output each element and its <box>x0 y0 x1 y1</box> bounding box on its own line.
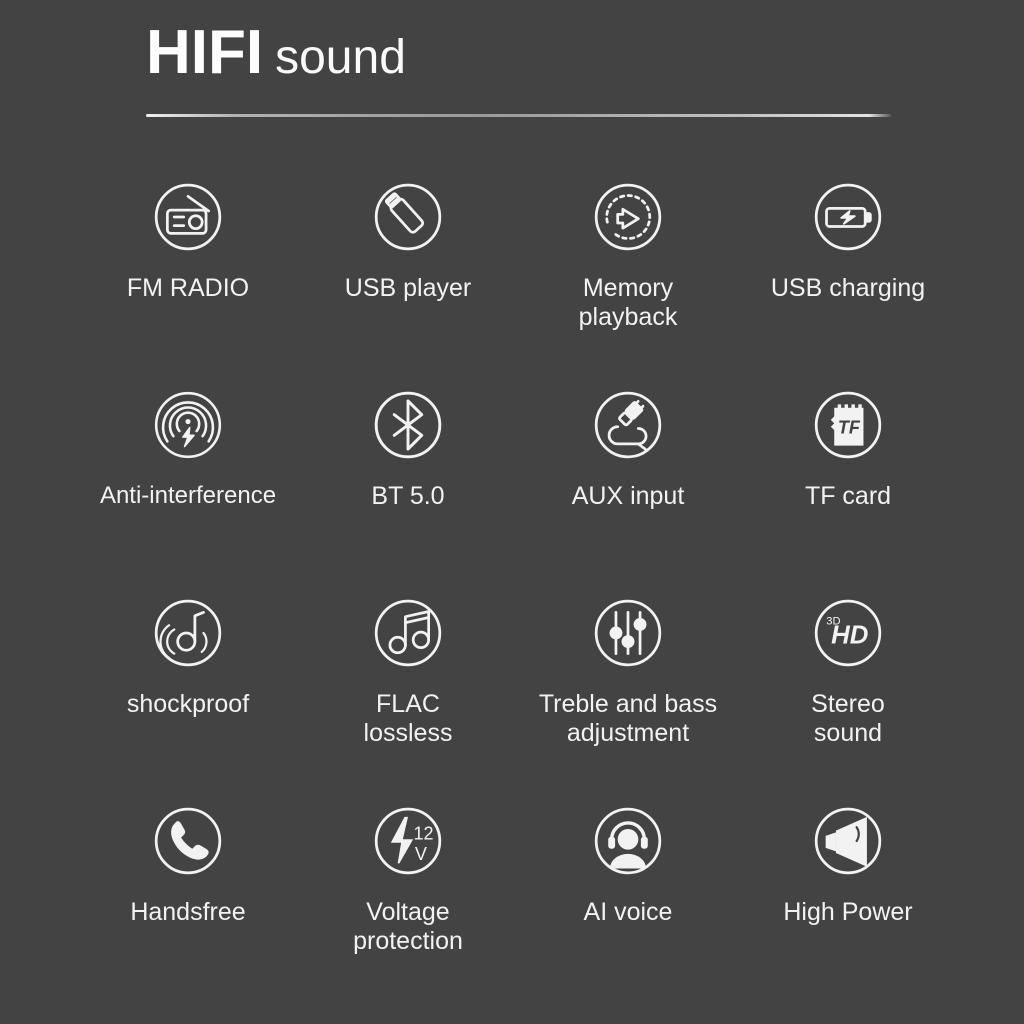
feature-label: BT 5.0 <box>371 482 445 510</box>
feature-item-anti-interference[interactable]: Anti-interference <box>78 376 298 584</box>
phone-handset-icon <box>145 798 231 884</box>
feature-item-shockproof[interactable]: shockproof <box>78 584 298 792</box>
feature-label: shockproof <box>126 690 250 718</box>
feature-item-ai-voice[interactable]: AI voice <box>518 792 738 1000</box>
feature-label: Treble and bass adjustment <box>538 690 718 747</box>
feature-item-flac-lossless[interactable]: FLAC lossless <box>298 584 518 792</box>
feature-item-usb-charging[interactable]: USB charging <box>738 168 958 376</box>
feature-item-tf-card[interactable]: TF TF card <box>738 376 958 584</box>
tf-card-icon: TF <box>805 382 891 468</box>
speaker-horn-icon <box>805 798 891 884</box>
feature-item-high-power[interactable]: High Power <box>738 792 958 1000</box>
feature-label: USB charging <box>770 274 926 302</box>
feature-label: Anti-interference <box>99 482 277 509</box>
feature-label: Voltage protection <box>353 898 463 955</box>
shockproof-note-icon <box>145 590 231 676</box>
anti-interference-icon <box>145 382 231 468</box>
feature-label: AI voice <box>583 898 673 926</box>
header-divider <box>146 114 891 117</box>
feature-label: Handsfree <box>130 898 246 926</box>
feature-label: FLAC lossless <box>363 690 453 747</box>
title-light: sound <box>275 31 406 84</box>
title-strong: HIFI <box>146 18 264 87</box>
feature-label: USB player <box>344 274 472 302</box>
bluetooth-icon <box>365 382 451 468</box>
hd-badge-main-label: HD <box>831 621 868 649</box>
feature-label: TF card <box>804 482 892 510</box>
feature-label: AUX input <box>571 482 685 510</box>
feature-label: High Power <box>783 898 913 926</box>
feature-item-memory-playback[interactable]: Memory playback <box>518 168 738 376</box>
feature-label: FM RADIO <box>126 274 250 302</box>
feature-item-handsfree[interactable]: Handsfree <box>78 792 298 1000</box>
header: HIFI sound <box>146 22 896 117</box>
feature-label: Memory playback <box>578 274 678 331</box>
hifi-sound-feature-panel: HIFI sound FM RADIO USB player Memory pl… <box>0 0 1024 1024</box>
tf-card-label: TF <box>838 418 861 438</box>
memory-playback-icon <box>585 174 671 260</box>
feature-item-voltage-protection[interactable]: 12 V Voltage protection <box>298 792 518 1000</box>
voltage-unit-label: V <box>415 844 427 864</box>
music-notes-icon <box>365 590 451 676</box>
feature-item-treble-bass[interactable]: Treble and bass adjustment <box>518 584 738 792</box>
voltage-number-label: 12 <box>413 823 433 843</box>
feature-grid: FM RADIO USB player Memory playback USB … <box>78 168 958 1000</box>
battery-charging-icon <box>805 174 891 260</box>
fm-radio-icon <box>145 174 231 260</box>
feature-item-stereo-sound[interactable]: 3D HD Stereo sound <box>738 584 958 792</box>
feature-item-fm-radio[interactable]: FM RADIO <box>78 168 298 376</box>
equalizer-sliders-icon <box>585 590 671 676</box>
feature-item-aux-input[interactable]: AUX input <box>518 376 738 584</box>
feature-item-usb-player[interactable]: USB player <box>298 168 518 376</box>
headset-person-icon <box>585 798 671 884</box>
hd-3d-icon: 3D HD <box>805 590 891 676</box>
page-title: HIFI sound <box>146 22 896 84</box>
feature-label: Stereo sound <box>811 690 885 747</box>
aux-plug-icon <box>585 382 671 468</box>
usb-flash-drive-icon <box>365 174 451 260</box>
feature-item-bluetooth[interactable]: BT 5.0 <box>298 376 518 584</box>
voltage-bolt-icon: 12 V <box>365 798 451 884</box>
